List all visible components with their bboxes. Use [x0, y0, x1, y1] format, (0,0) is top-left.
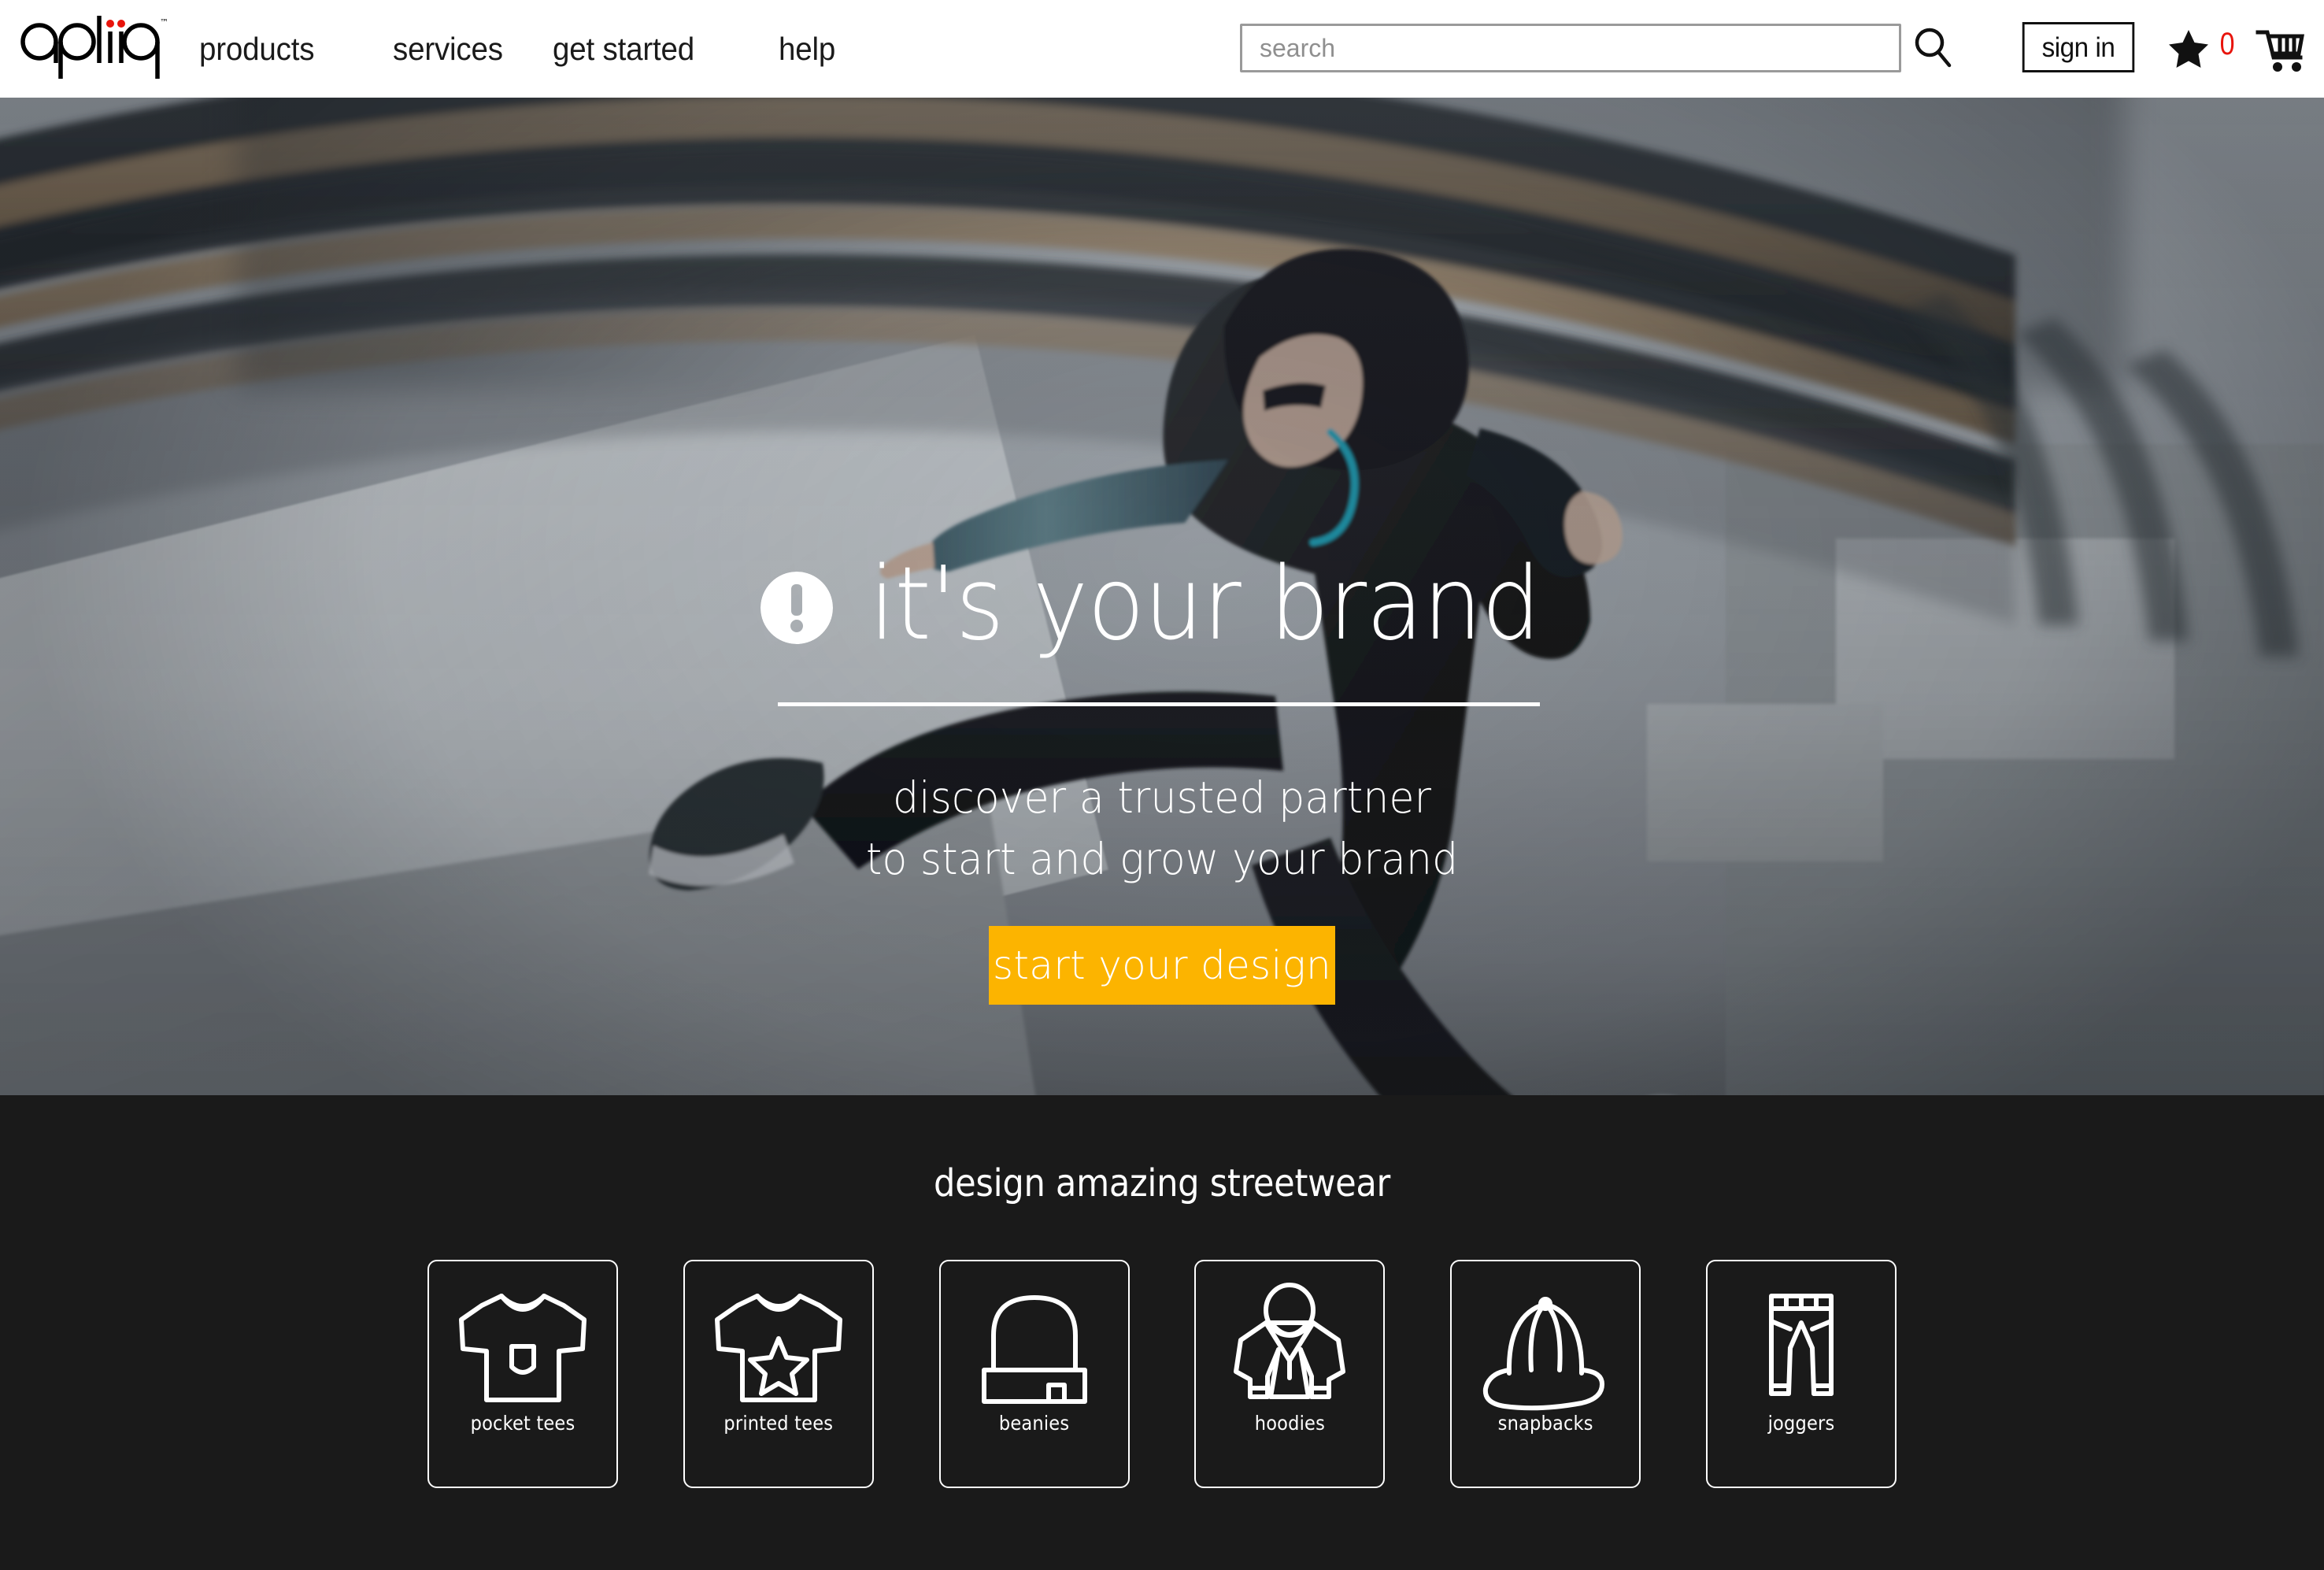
- nav-item-help[interactable]: help: [779, 31, 835, 68]
- beanie-icon-wrap: [960, 1276, 1109, 1417]
- nav-item-services[interactable]: services: [393, 31, 503, 68]
- favorites-button[interactable]: [2167, 27, 2211, 71]
- category-card-beanies[interactable]: beanies: [938, 1260, 1130, 1488]
- svg-text:™: ™: [160, 17, 167, 28]
- exclamation-circle-icon: [760, 572, 833, 644]
- hero-headline-row: it's your brand: [0, 554, 2324, 655]
- shopping-cart-button[interactable]: [2252, 19, 2308, 76]
- joggers-pants-icon: [1768, 1293, 1834, 1396]
- category-label-beanies: beanies: [998, 1412, 1070, 1435]
- search-input[interactable]: [1240, 24, 1901, 72]
- hero-section: it's your brand discover a trusted partn…: [0, 98, 2324, 1095]
- nav-item-get-started[interactable]: get started: [553, 31, 694, 68]
- search-field-wrapper: [1240, 24, 1901, 72]
- category-card-pocket-tees[interactable]: pocket tees: [427, 1260, 618, 1488]
- tshirt-pocket-icon: [459, 1293, 587, 1402]
- tshirt-star-icon: [714, 1293, 842, 1402]
- tshirt-pocket-icon-wrap: [448, 1276, 598, 1417]
- category-label-snapbacks: snapbacks: [1497, 1412, 1593, 1435]
- hero-divider-rule: [778, 702, 1540, 706]
- star-icon: [2169, 30, 2208, 68]
- category-card-joggers[interactable]: joggers: [1705, 1260, 1897, 1488]
- sign-in-button[interactable]: sign in: [2022, 22, 2135, 72]
- snapback-cap-icon-wrap: [1471, 1276, 1620, 1417]
- snapback-cap-icon: [1483, 1296, 1605, 1410]
- joggers-pants-icon-wrap: [1726, 1276, 1876, 1417]
- hero-subtitle-line-1: discover a trusted partner: [893, 772, 1431, 823]
- category-label-joggers: joggers: [1767, 1412, 1835, 1435]
- category-label-hoodies: hoodies: [1254, 1412, 1326, 1435]
- category-card-printed-tees[interactable]: printed tees: [683, 1260, 874, 1488]
- main-navigation: products services get started help: [199, 0, 839, 98]
- hoodie-icon: [1234, 1282, 1346, 1399]
- category-card-row: pocket tees printed tees beanies hoodies…: [427, 1260, 1897, 1488]
- tshirt-star-icon-wrap: [704, 1276, 853, 1417]
- categories-heading: design amazing streetwear: [934, 1161, 1390, 1205]
- category-card-snapbacks[interactable]: snapbacks: [1450, 1260, 1641, 1488]
- search-submit-button[interactable]: [1908, 22, 1959, 72]
- apliiq-logo-icon: ™: [20, 16, 167, 79]
- category-label-printed-tees: printed tees: [723, 1412, 834, 1435]
- hero-subtitle-line-2: to start and grow your brand: [865, 834, 1459, 885]
- hoodie-icon-wrap: [1215, 1276, 1364, 1417]
- shopping-cart-icon: [2256, 30, 2304, 72]
- beanie-icon: [981, 1294, 1087, 1404]
- hero-title: it's your brand: [868, 546, 1541, 663]
- search-icon: [1915, 28, 1952, 68]
- category-label-pocket-tees: pocket tees: [470, 1412, 575, 1435]
- hero-subtitle: discover a trusted partner to start and …: [0, 767, 2324, 890]
- category-card-hoodies[interactable]: hoodies: [1194, 1260, 1386, 1488]
- nav-item-products[interactable]: products: [199, 31, 315, 68]
- cart-item-count: 0: [2219, 27, 2235, 61]
- site-header: ™ products services get started help sig…: [0, 0, 2324, 98]
- hero-content: it's your brand discover a trusted partn…: [0, 98, 2324, 1095]
- brand-logo[interactable]: ™: [17, 6, 167, 85]
- start-your-design-button[interactable]: start your design: [989, 926, 1335, 1005]
